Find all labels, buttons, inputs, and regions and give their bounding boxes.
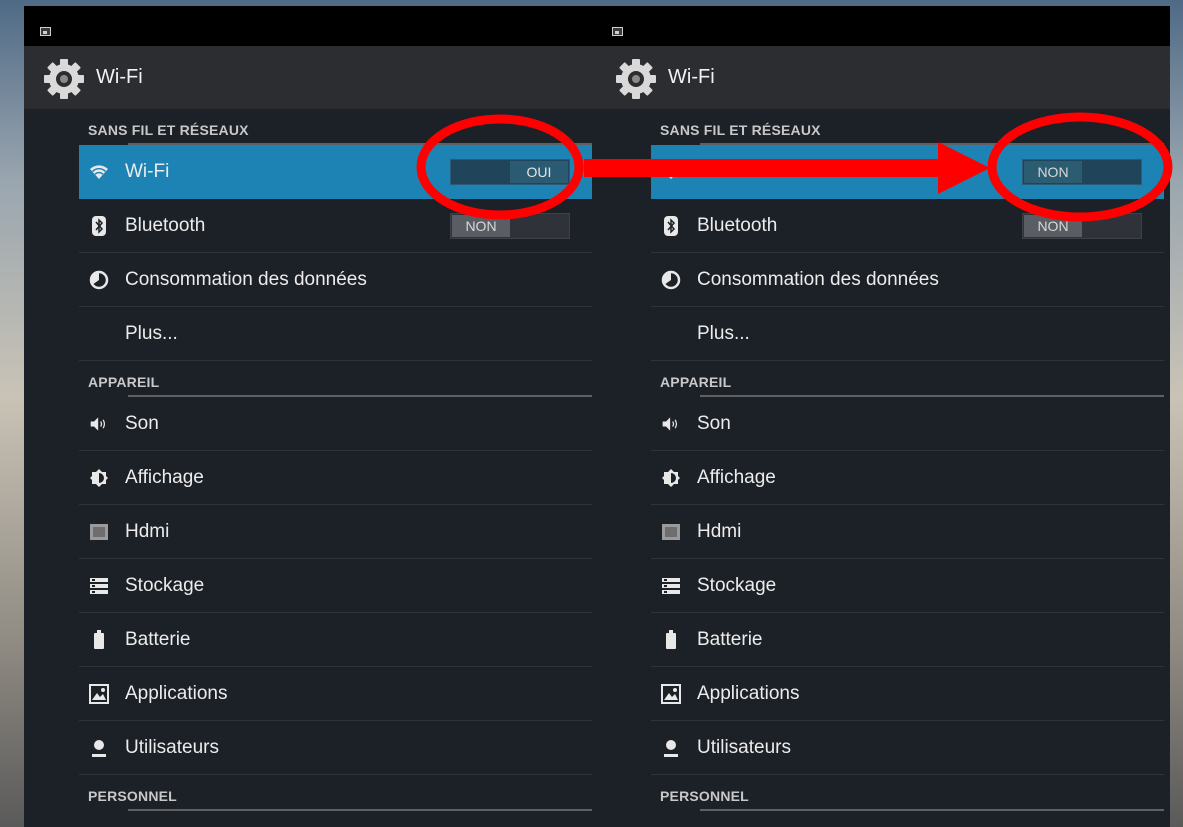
gallery-notification-icon <box>612 27 623 36</box>
speaker-icon <box>661 414 681 434</box>
section-divider <box>128 809 592 811</box>
battery-icon <box>89 630 109 650</box>
brightness-icon <box>89 468 109 488</box>
action-bar-title: Wi-Fi <box>96 66 143 88</box>
data-usage-icon <box>89 270 109 290</box>
settings-item-hdmi[interactable]: Hdmi <box>79 505 592 559</box>
section-header: APPAREIL <box>648 361 1170 397</box>
left-settings-screen: Wi-Fi SANS FIL ET RÉSEAUX Wi-Fi OUI Bluetoo… <box>24 6 598 827</box>
section-divider <box>700 809 1164 811</box>
settings-item-label: Bluetooth <box>125 215 206 236</box>
action-bar: Wi-Fi <box>596 46 1170 109</box>
settings-item-label: Batterie <box>125 629 191 650</box>
status-bar <box>596 6 1170 46</box>
settings-item-utilisateurs[interactable]: Utilisateurs <box>79 721 592 775</box>
settings-item-label: Consommation des données <box>697 269 939 290</box>
gear-icon[interactable] <box>612 55 660 103</box>
settings-item-consommation-des-donnees[interactable]: Consommation des données <box>651 253 1164 307</box>
toggle-switch[interactable]: NON <box>1022 213 1142 239</box>
settings-item-son[interactable]: Son <box>651 397 1164 451</box>
settings-item-applications[interactable]: Applications <box>79 667 592 721</box>
wifi-icon <box>661 162 681 182</box>
speaker-icon <box>89 414 109 434</box>
settings-item-label: Hdmi <box>697 521 742 542</box>
settings-item-label: Consommation des données <box>125 269 367 290</box>
settings-item-son[interactable]: Son <box>79 397 592 451</box>
applications-icon <box>661 684 681 704</box>
right-settings-screen: Wi-Fi SANS FIL ET RÉSEAUX Wi-Fi NON Bluetoo… <box>596 6 1170 827</box>
section-header: SANS FIL ET RÉSEAUX <box>648 109 1170 145</box>
settings-item-label: Applications <box>697 683 800 704</box>
settings-item-batterie[interactable]: Batterie <box>79 613 592 667</box>
battery-icon <box>661 630 681 650</box>
settings-item-label: Stockage <box>125 575 205 596</box>
settings-item-label: Plus... <box>125 323 178 344</box>
status-bar <box>24 6 598 46</box>
settings-item-label: Utilisateurs <box>697 737 791 758</box>
settings-item-batterie[interactable]: Batterie <box>651 613 1164 667</box>
settings-list: SANS FIL ET RÉSEAUX Wi-Fi NON Bluetooth NON C… <box>596 109 1170 811</box>
settings-item-hdmi[interactable]: Hdmi <box>651 505 1164 559</box>
section-header: APPAREIL <box>76 361 598 397</box>
users-icon <box>661 738 681 758</box>
settings-item-label: Wi-Fi <box>125 161 170 182</box>
storage-icon <box>661 576 681 596</box>
section-header: PERSONNEL <box>76 775 598 811</box>
settings-item-label: Son <box>125 413 159 434</box>
section-header: SANS FIL ET RÉSEAUX <box>76 109 598 145</box>
settings-item-affichage[interactable]: Affichage <box>79 451 592 505</box>
settings-item-applications[interactable]: Applications <box>651 667 1164 721</box>
hdmi-icon <box>89 522 109 542</box>
data-usage-icon <box>661 270 681 290</box>
settings-item-label: Affichage <box>697 467 776 488</box>
settings-item-label: Applications <box>125 683 228 704</box>
settings-item-utilisateurs[interactable]: Utilisateurs <box>651 721 1164 775</box>
settings-item-plus[interactable]: Plus... <box>79 307 592 361</box>
settings-item-label: Utilisateurs <box>125 737 219 758</box>
settings-list: SANS FIL ET RÉSEAUX Wi-Fi OUI Bluetooth NON C… <box>24 109 598 811</box>
settings-item-label: Batterie <box>697 629 763 650</box>
settings-item-label: Bluetooth <box>697 215 778 236</box>
settings-item-bluetooth[interactable]: Bluetooth NON <box>651 199 1164 253</box>
action-bar: Wi-Fi <box>24 46 598 109</box>
settings-item-label: Plus... <box>697 323 750 344</box>
applications-icon <box>89 684 109 704</box>
bluetooth-icon <box>89 216 109 236</box>
settings-item-label: Hdmi <box>125 521 170 542</box>
settings-item-wi-fi[interactable]: Wi-Fi OUI <box>79 145 592 199</box>
bluetooth-icon <box>661 216 681 236</box>
toggle-knob: OUI <box>510 161 568 183</box>
gallery-notification-icon <box>40 27 51 36</box>
toggle-switch[interactable]: OUI <box>450 159 570 185</box>
toggle-knob: NON <box>452 215 510 237</box>
brightness-icon <box>661 468 681 488</box>
hdmi-icon <box>661 522 681 542</box>
toggle-switch[interactable]: NON <box>450 213 570 239</box>
action-bar-title: Wi-Fi <box>668 66 715 88</box>
settings-item-stockage[interactable]: Stockage <box>79 559 592 613</box>
toggle-knob: NON <box>1024 215 1082 237</box>
toggle-switch[interactable]: NON <box>1022 159 1142 185</box>
settings-item-label: Wi-Fi <box>697 161 742 182</box>
gear-icon[interactable] <box>40 55 88 103</box>
settings-item-bluetooth[interactable]: Bluetooth NON <box>79 199 592 253</box>
settings-item-stockage[interactable]: Stockage <box>651 559 1164 613</box>
settings-item-wi-fi[interactable]: Wi-Fi NON <box>651 145 1164 199</box>
section-header: PERSONNEL <box>648 775 1170 811</box>
wifi-icon <box>89 162 109 182</box>
settings-item-label: Affichage <box>125 467 204 488</box>
toggle-knob: NON <box>1024 161 1082 183</box>
settings-item-label: Son <box>697 413 731 434</box>
settings-item-plus[interactable]: Plus... <box>651 307 1164 361</box>
settings-item-label: Stockage <box>697 575 777 596</box>
settings-item-affichage[interactable]: Affichage <box>651 451 1164 505</box>
users-icon <box>89 738 109 758</box>
storage-icon <box>89 576 109 596</box>
settings-item-consommation-des-donnees[interactable]: Consommation des données <box>79 253 592 307</box>
